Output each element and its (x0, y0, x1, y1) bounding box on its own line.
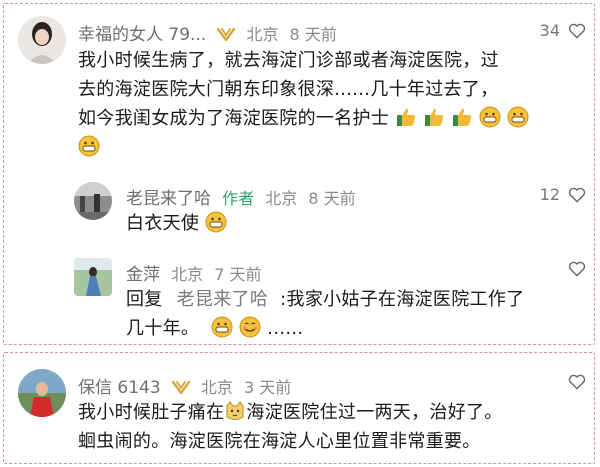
heart-icon[interactable] (568, 374, 586, 390)
comment-meta: 幸福的女人 79... 北京 8 天前 (78, 20, 337, 45)
timestamp: 8 天前 (308, 189, 356, 208)
heart-icon[interactable] (568, 261, 586, 277)
thumbs-up-icon (397, 108, 416, 126)
location: 北京 (200, 378, 233, 397)
avatar[interactable] (74, 182, 112, 220)
avatar[interactable] (18, 16, 66, 64)
mention-link[interactable]: 老昆来了哈 (177, 289, 269, 310)
shy-smile-emoji-icon (239, 316, 261, 338)
heart-icon[interactable] (568, 187, 586, 203)
avatar[interactable] (18, 369, 66, 417)
thumbs-up-icon (425, 108, 444, 126)
verified-v-icon (171, 380, 190, 394)
grin-emoji-icon (78, 135, 100, 157)
comment-meta: 保信 6143 北京 3 天前 (78, 373, 291, 398)
grin-emoji-icon (205, 211, 227, 233)
timestamp: 8 天前 (289, 25, 337, 44)
username[interactable]: 保信 6143 (78, 378, 161, 398)
author-badge: 作者 (222, 189, 255, 208)
grin-emoji-icon (211, 316, 233, 338)
heart-icon[interactable] (568, 23, 586, 39)
comment-meta: 老昆来了哈 作者 北京 8 天前 (126, 184, 356, 209)
username[interactable]: 老昆来了哈 (126, 189, 211, 209)
comment-thread-card: 保信 6143 北京 3 天前 我小时候肚子痛在 海淀医院住过一两天，治好了。 蛔… (3, 352, 595, 464)
like-control[interactable] (568, 374, 586, 390)
grin-emoji-icon (479, 106, 501, 128)
timestamp: 3 天前 (243, 378, 292, 397)
like-control[interactable]: 12 (540, 185, 586, 204)
comment-text: 白衣天使 (126, 209, 227, 238)
location: 北京 (246, 25, 279, 44)
like-control[interactable] (568, 261, 586, 277)
verified-v-icon (217, 27, 236, 41)
avatar[interactable] (74, 258, 112, 296)
comment-thread-card: 幸福的女人 79... 北京 8 天前 34 我小时候生病了，就去海淀门诊部或者… (3, 3, 595, 345)
like-count: 34 (539, 21, 560, 40)
comment-text: 我小时候肚子痛在 海淀医院住过一两天，治好了。 蛔虫闹的。海淀医院在海淀人心里位置… (78, 401, 503, 452)
cat-face-emoji-icon (226, 401, 244, 420)
timestamp: 7 天前 (214, 265, 262, 284)
comment-text: 我小时候生病了，就去海淀门诊部或者海淀医院，过 去的海淀医院大门朝东印象很深..… (78, 46, 578, 162)
like-control[interactable]: 34 (540, 21, 586, 40)
thumbs-up-icon (453, 108, 472, 126)
username[interactable]: 幸福的女人 79... (78, 25, 206, 45)
grin-emoji-icon (507, 106, 529, 128)
location: 北京 (265, 189, 298, 208)
comment-meta: 金萍 北京 7 天前 (126, 260, 261, 285)
location: 北京 (171, 265, 204, 284)
comment-text: 回复 老昆来了哈 :我家小姑子在海淀医院工作了 几十年。 ...... (126, 289, 525, 339)
username[interactable]: 金萍 (126, 265, 160, 285)
like-count: 12 (539, 185, 560, 204)
